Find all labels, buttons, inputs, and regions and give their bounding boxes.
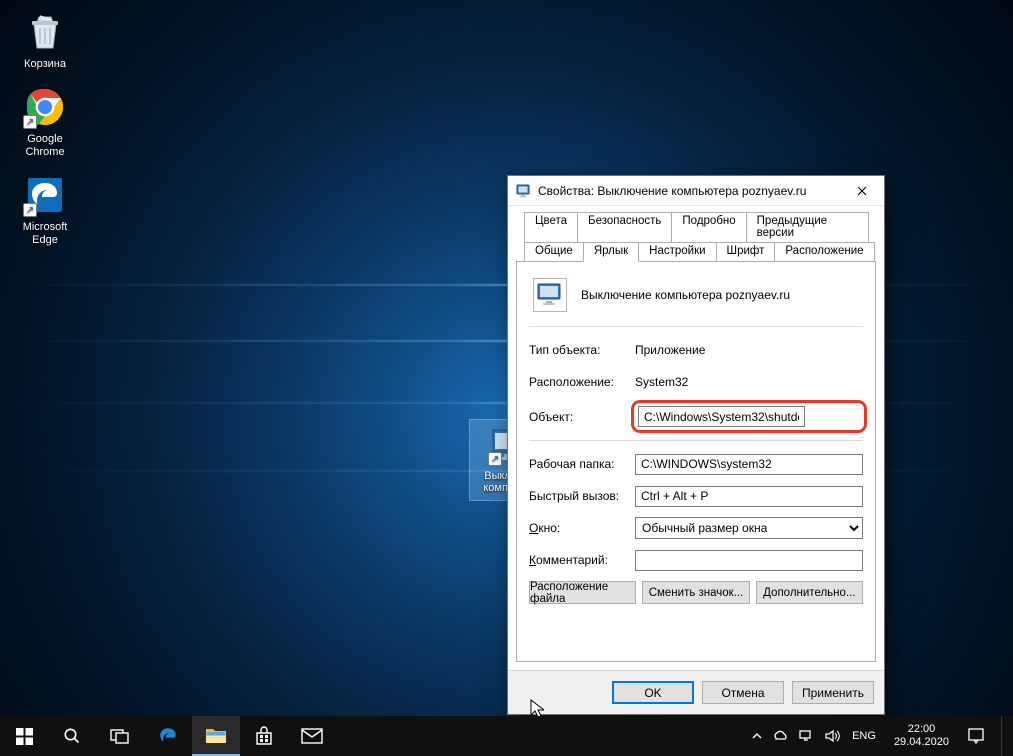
location-label: Расположение: — [529, 375, 635, 389]
window-label: Окно: — [529, 521, 635, 535]
desktop-icon-label: Microsoft Edge — [6, 221, 84, 247]
tab-row-2: Общие Ярлык Настройки Шрифт Расположение — [524, 242, 868, 261]
taskbar: ENG 22:00 29.04.2020 — [0, 716, 1013, 756]
tray-overflow-icon[interactable] — [752, 731, 762, 741]
hotkey-input[interactable] — [635, 486, 863, 507]
cancel-button[interactable]: Отмена — [702, 681, 784, 704]
tab-general[interactable]: Общие — [524, 242, 584, 261]
type-label: Тип объекта: — [529, 343, 635, 357]
desktop[interactable]: Корзина ↗ Google Chrome ↗ Microsoft Edge… — [0, 0, 1013, 756]
search-button[interactable] — [48, 716, 96, 756]
taskbar-edge[interactable] — [144, 716, 192, 756]
network-icon[interactable] — [798, 729, 814, 743]
desktop-icon-edge[interactable]: ↗ Microsoft Edge — [6, 167, 84, 255]
dialog-title: Свойства: Выключение компьютера poznyaev… — [538, 184, 839, 198]
start-button[interactable] — [0, 716, 48, 756]
apply-button[interactable]: Применить — [792, 681, 874, 704]
shortcut-arrow-icon: ↗ — [488, 452, 502, 466]
shortcut-arrow-icon: ↗ — [23, 203, 37, 217]
tab-shortcut[interactable]: Ярлык — [583, 242, 639, 262]
comment-label: Комментарий: — [529, 553, 635, 567]
store-icon — [254, 726, 274, 746]
mail-icon — [301, 728, 323, 744]
taskbar-clock[interactable]: 22:00 29.04.2020 — [888, 723, 955, 749]
taskbar-store[interactable] — [240, 716, 288, 756]
taskbar-mail[interactable] — [288, 716, 336, 756]
task-view-button[interactable] — [96, 716, 144, 756]
tab-details[interactable]: Подробно — [671, 212, 746, 242]
desktop-icon-chrome[interactable]: ↗ Google Chrome — [6, 79, 84, 167]
edge-icon: ↗ — [23, 173, 67, 217]
edge-icon — [157, 725, 179, 747]
start-in-label: Рабочая папка: — [529, 457, 635, 471]
target-input[interactable] — [638, 406, 805, 427]
advanced-button[interactable]: Дополнительно... — [756, 581, 863, 604]
shortcut-name: Выключение компьютера poznyaev.ru — [581, 288, 790, 302]
taskbar-file-explorer[interactable] — [192, 716, 240, 756]
change-icon-button[interactable]: Сменить значок... — [642, 581, 749, 604]
clock-date: 29.04.2020 — [894, 736, 949, 749]
windows-icon — [16, 728, 33, 745]
shortcut-large-icon — [533, 278, 567, 312]
hotkey-label: Быстрый вызов: — [529, 489, 635, 503]
dialog-footer: OK Отмена Применить — [508, 670, 884, 714]
tab-layout[interactable]: Расположение — [774, 242, 874, 261]
shortcut-arrow-icon: ↗ — [23, 115, 37, 129]
language-indicator[interactable]: ENG — [852, 730, 876, 742]
comment-input[interactable] — [635, 550, 863, 571]
start-in-input[interactable] — [635, 454, 863, 475]
ok-button[interactable]: OK — [612, 681, 694, 704]
desktop-icon-label: Google Chrome — [6, 133, 84, 159]
tab-panel-shortcut: Выключение компьютера poznyaev.ru Тип об… — [516, 261, 876, 662]
tab-colors[interactable]: Цвета — [524, 212, 578, 242]
tab-security[interactable]: Безопасность — [577, 212, 672, 242]
target-label: Объект: — [529, 410, 635, 424]
tab-row-1: Цвета Безопасность Подробно Предыдущие в… — [524, 212, 868, 242]
open-file-location-button[interactable]: Расположение файла — [529, 581, 636, 604]
type-value: Приложение — [635, 343, 863, 357]
search-icon — [63, 727, 81, 745]
titlebar-icon — [516, 183, 532, 199]
show-desktop-button[interactable] — [1001, 716, 1007, 756]
properties-dialog: Свойства: Выключение компьютера poznyaev… — [507, 175, 885, 715]
close-button[interactable] — [839, 176, 884, 205]
tab-previous-versions[interactable]: Предыдущие версии — [746, 212, 869, 242]
location-value: System32 — [635, 375, 863, 389]
recycle-bin-icon — [23, 10, 67, 54]
task-view-icon — [110, 728, 130, 744]
tab-settings[interactable]: Настройки — [638, 242, 716, 261]
chrome-icon: ↗ — [23, 85, 67, 129]
desktop-icon-recycle-bin[interactable]: Корзина — [6, 4, 84, 79]
clock-time: 22:00 — [894, 723, 949, 736]
folder-icon — [205, 725, 227, 745]
tab-font[interactable]: Шрифт — [716, 242, 776, 261]
close-icon — [857, 186, 867, 196]
desktop-icon-label: Корзина — [6, 58, 84, 71]
system-tray — [752, 729, 840, 743]
titlebar[interactable]: Свойства: Выключение компьютера poznyaev… — [508, 176, 884, 206]
window-select[interactable]: Обычный размер окна — [635, 517, 863, 539]
onedrive-icon[interactable] — [772, 729, 788, 743]
volume-icon[interactable] — [824, 729, 840, 743]
action-center-icon[interactable] — [967, 727, 985, 745]
